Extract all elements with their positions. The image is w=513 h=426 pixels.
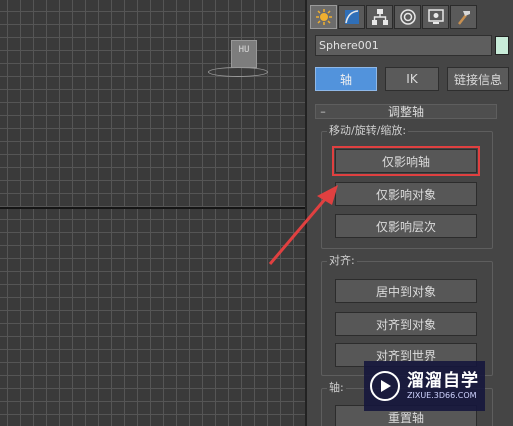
hierarchy-icon: [371, 9, 388, 25]
play-logo-icon: [370, 371, 400, 401]
tab-utilities[interactable]: [450, 5, 477, 29]
align-to-object-button[interactable]: 对齐到对象: [335, 312, 477, 336]
create-icon: [315, 9, 332, 25]
group-label-move-rotate-scale: 移动/旋转/缩放:: [327, 124, 409, 138]
group-label-pivot: 轴:: [327, 381, 346, 395]
watermark-title: 溜溜自学: [407, 371, 479, 391]
affect-object-only-button[interactable]: 仅影响对象: [335, 182, 477, 206]
modify-icon: [344, 10, 359, 24]
rollout-collapse-icon[interactable]: –: [316, 106, 330, 117]
viewport[interactable]: HU: [0, 0, 305, 426]
affect-hierarchy-only-button[interactable]: 仅影响层次: [335, 214, 477, 238]
affect-pivot-only-button[interactable]: 仅影响轴: [332, 146, 480, 176]
center-to-object-button[interactable]: 居中到对象: [335, 279, 477, 303]
watermark: 溜溜自学 ZIXUE.3D66.COM: [364, 361, 485, 411]
object-name-field[interactable]: [315, 35, 492, 56]
link-info-mode-button[interactable]: 链接信息: [447, 67, 509, 91]
grid-axis-line: [0, 207, 305, 209]
viewcube-ring[interactable]: [208, 67, 268, 77]
tab-hierarchy[interactable]: [366, 5, 393, 29]
tab-motion[interactable]: [394, 5, 421, 29]
viewcube[interactable]: HU: [208, 40, 268, 80]
tab-display[interactable]: [422, 5, 449, 29]
rollout-title: 调整轴: [387, 105, 424, 119]
tab-modify[interactable]: [338, 5, 365, 29]
command-panel-tabs: [310, 5, 477, 29]
viewcube-face[interactable]: HU: [231, 40, 257, 68]
watermark-url: ZIXUE.3D66.COM: [407, 391, 477, 400]
utilities-icon: [457, 11, 470, 25]
pivot-mode-button[interactable]: 轴: [315, 67, 377, 91]
object-color-swatch[interactable]: [495, 36, 509, 55]
tab-create[interactable]: [310, 5, 337, 29]
adjust-pivot-rollout-header[interactable]: – 调整轴: [315, 104, 497, 119]
motion-icon: [399, 9, 416, 25]
ik-mode-button[interactable]: IK: [385, 67, 439, 91]
group-label-alignment: 对齐:: [327, 254, 357, 268]
display-icon: [427, 9, 444, 24]
